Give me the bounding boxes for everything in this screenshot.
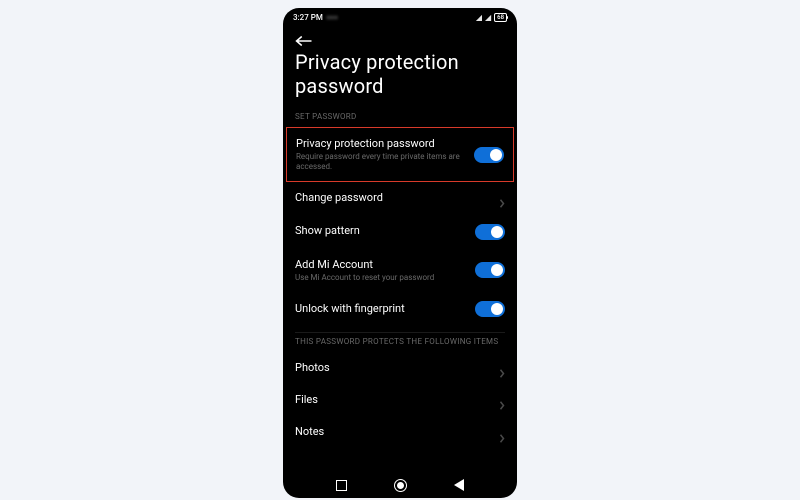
wifi-icon: ◢ [485, 13, 491, 22]
row-text: Notes [295, 425, 491, 439]
row-title: Add Mi Account [295, 258, 467, 272]
battery-text: 68 [497, 14, 504, 21]
row-text: Files [295, 393, 491, 407]
row-title: Show pattern [295, 224, 467, 238]
chevron-right-icon [499, 428, 505, 438]
signal-icon: ◢ [476, 13, 482, 22]
row-title: Notes [295, 425, 491, 439]
nav-back-icon[interactable] [454, 479, 464, 491]
battery-icon: 68 [494, 13, 507, 22]
row-title: Unlock with fingerprint [295, 302, 467, 316]
row-text: Add Mi Account Use Mi Account to reset y… [295, 258, 467, 283]
content-area: Privacy protection password SET PASSWORD… [283, 26, 517, 472]
status-notification-icons: ▪▪▪ [327, 13, 339, 22]
toggle-privacy-protection[interactable] [474, 147, 504, 163]
page-title: Privacy protection password [283, 50, 517, 108]
status-time: 3:27 PM [293, 13, 323, 22]
row-title: Photos [295, 361, 491, 375]
toggle-mi-account[interactable] [475, 262, 505, 278]
row-title: Change password [295, 191, 491, 205]
row-unlock-fingerprint[interactable]: Unlock with fingerprint [283, 292, 517, 326]
back-icon[interactable] [295, 32, 313, 46]
phone-frame: 3:27 PM ▪▪▪ ◢ ◢ 68 Privacy protection pa… [283, 8, 517, 498]
nav-recent-icon[interactable] [336, 480, 347, 491]
status-right: ◢ ◢ 68 [476, 13, 507, 22]
row-files[interactable]: Files [283, 384, 517, 416]
row-show-pattern[interactable]: Show pattern [283, 215, 517, 249]
row-change-password[interactable]: Change password [283, 182, 517, 214]
section-set-password: SET PASSWORD [283, 108, 517, 127]
row-subtitle: Require password every time private item… [296, 152, 466, 172]
row-title: Privacy protection password [296, 137, 466, 151]
status-left: 3:27 PM ▪▪▪ [293, 13, 338, 22]
row-title: Files [295, 393, 491, 407]
toggle-show-pattern[interactable] [475, 224, 505, 240]
row-text: Privacy protection password Require pass… [296, 137, 466, 172]
chevron-right-icon [499, 363, 505, 373]
row-add-mi-account[interactable]: Add Mi Account Use Mi Account to reset y… [283, 249, 517, 292]
row-text: Show pattern [295, 224, 467, 238]
status-bar: 3:27 PM ▪▪▪ ◢ ◢ 68 [283, 8, 517, 26]
section-protects: THIS PASSWORD PROTECTS THE FOLLOWING ITE… [283, 333, 517, 352]
row-photos[interactable]: Photos [283, 352, 517, 384]
row-privacy-protection-password[interactable]: Privacy protection password Require pass… [286, 127, 514, 182]
android-nav-bar [283, 472, 517, 498]
row-notes[interactable]: Notes [283, 416, 517, 448]
row-subtitle: Use Mi Account to reset your password [295, 273, 467, 283]
nav-home-icon[interactable] [394, 479, 407, 492]
back-row [283, 26, 517, 50]
toggle-fingerprint[interactable] [475, 301, 505, 317]
chevron-right-icon [499, 193, 505, 203]
row-text: Photos [295, 361, 491, 375]
chevron-right-icon [499, 395, 505, 405]
row-text: Change password [295, 191, 491, 205]
row-text: Unlock with fingerprint [295, 302, 467, 316]
